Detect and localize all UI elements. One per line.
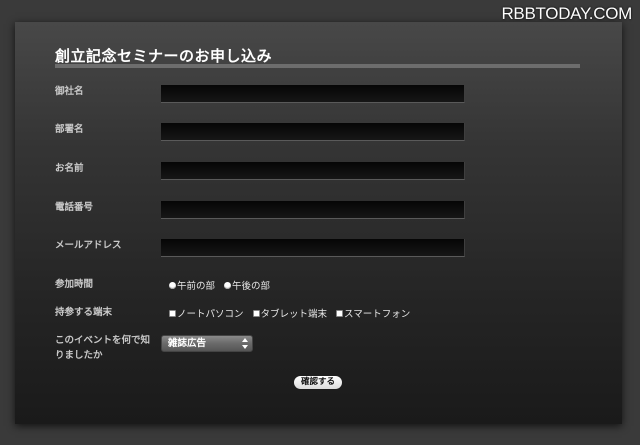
device-laptop-option[interactable]: ノートパソコン — [169, 306, 244, 320]
radio-icon[interactable] — [169, 281, 176, 289]
source-label-line2: りましたか — [55, 350, 103, 361]
attend-time-label: 参加時間 — [55, 279, 94, 290]
attend-time-options: 午前の部 午後の部 — [169, 278, 279, 292]
attend-afternoon-option[interactable]: 午後の部 — [224, 278, 270, 292]
company-name-label: 御社名 — [55, 86, 84, 97]
devices-options: ノートパソコン タブレット端末 スマートフォン — [169, 306, 419, 320]
email-input[interactable] — [161, 239, 465, 257]
checkbox-icon[interactable] — [336, 309, 344, 317]
seminar-application-form: 創立記念セミナーのお申し込み 御社名 部署名 お名前 電話番号 メールアドレス … — [15, 22, 622, 424]
select-updown-icon — [242, 338, 248, 349]
attend-morning-option[interactable]: 午前の部 — [169, 278, 215, 292]
form-title: 創立記念セミナーのお申し込み — [55, 47, 273, 65]
device-laptop-label: ノートパソコン — [177, 309, 244, 320]
radio-icon[interactable] — [224, 281, 232, 289]
checkbox-icon[interactable] — [252, 309, 260, 317]
company-name-input[interactable] — [161, 85, 465, 103]
title-underline — [55, 64, 580, 68]
name-input[interactable] — [161, 162, 465, 180]
device-smartphone-label: スマートフォン — [344, 309, 411, 320]
checkbox-icon[interactable] — [169, 309, 176, 317]
attend-morning-label: 午前の部 — [177, 281, 216, 292]
device-tablet-option[interactable]: タブレット端末 — [252, 306, 328, 320]
devices-label: 持参する端末 — [55, 307, 113, 318]
department-input[interactable] — [161, 123, 465, 141]
confirm-button[interactable]: 確認する — [294, 376, 342, 389]
attend-afternoon-label: 午後の部 — [232, 281, 271, 292]
device-tablet-label: タブレット端末 — [260, 309, 328, 320]
device-smartphone-option[interactable]: スマートフォン — [336, 306, 410, 320]
source-select-value: 雑誌広告 — [168, 338, 207, 349]
source-select[interactable]: 雑誌広告 — [161, 335, 253, 352]
phone-input[interactable] — [161, 201, 465, 219]
phone-label: 電話番号 — [55, 202, 94, 213]
department-label: 部署名 — [55, 124, 84, 135]
name-label: お名前 — [55, 163, 84, 174]
source-label-line1: このイベントを何で知 — [55, 335, 151, 346]
email-label: メールアドレス — [55, 240, 122, 251]
site-watermark: RBBTODAY.COM — [501, 4, 632, 23]
